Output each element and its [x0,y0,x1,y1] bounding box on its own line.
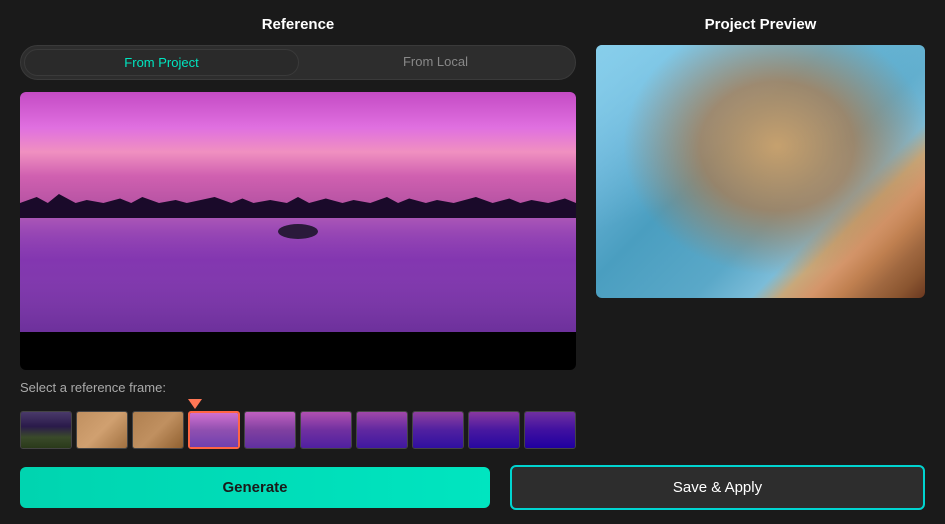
project-preview-image [596,45,925,298]
trees-silhouette [20,188,576,218]
left-panel: Reference From Project From Local Select… [20,16,576,453]
film-thumb-10[interactable] [524,411,576,449]
right-panel: Project Preview [596,16,925,453]
film-thumb-2[interactable] [76,411,128,449]
film-thumb-2-img [77,412,127,448]
film-thumb-1-img [21,412,71,448]
tab-from-local[interactable]: From Local [299,49,572,76]
film-marker [188,399,202,409]
filmstrip [20,407,576,453]
project-preview-title: Project Preview [596,16,925,33]
film-thumb-3[interactable] [132,411,184,449]
film-thumb-4[interactable] [188,411,240,449]
film-thumb-9-img [469,412,519,448]
film-thumb-1[interactable] [20,411,72,449]
tab-bar: From Project From Local [20,45,576,80]
film-thumb-5-img [245,412,295,448]
reference-image [20,92,576,332]
film-thumb-7-img [357,412,407,448]
save-apply-button[interactable]: Save & Apply [510,465,925,510]
film-thumb-6-img [301,412,351,448]
right-panel-bottom: Save & Apply [510,465,925,510]
generate-button[interactable]: Generate [20,467,490,508]
select-reference-label: Select a reference frame: [20,380,576,395]
film-thumb-5[interactable] [244,411,296,449]
bottom-bar: Generate Save & Apply [0,453,945,524]
film-thumb-4-img [190,413,238,447]
tab-from-project[interactable]: From Project [24,49,299,76]
reference-image-container [20,92,576,370]
film-thumb-9[interactable] [468,411,520,449]
film-thumb-6[interactable] [300,411,352,449]
film-thumb-10-img [525,412,575,448]
film-thumb-8[interactable] [412,411,464,449]
film-thumb-3-img [133,412,183,448]
main-container: Reference From Project From Local Select… [0,0,945,453]
film-thumb-7[interactable] [356,411,408,449]
film-thumb-8-img [413,412,463,448]
woman-portrait [596,45,925,298]
reference-title: Reference [20,16,576,33]
